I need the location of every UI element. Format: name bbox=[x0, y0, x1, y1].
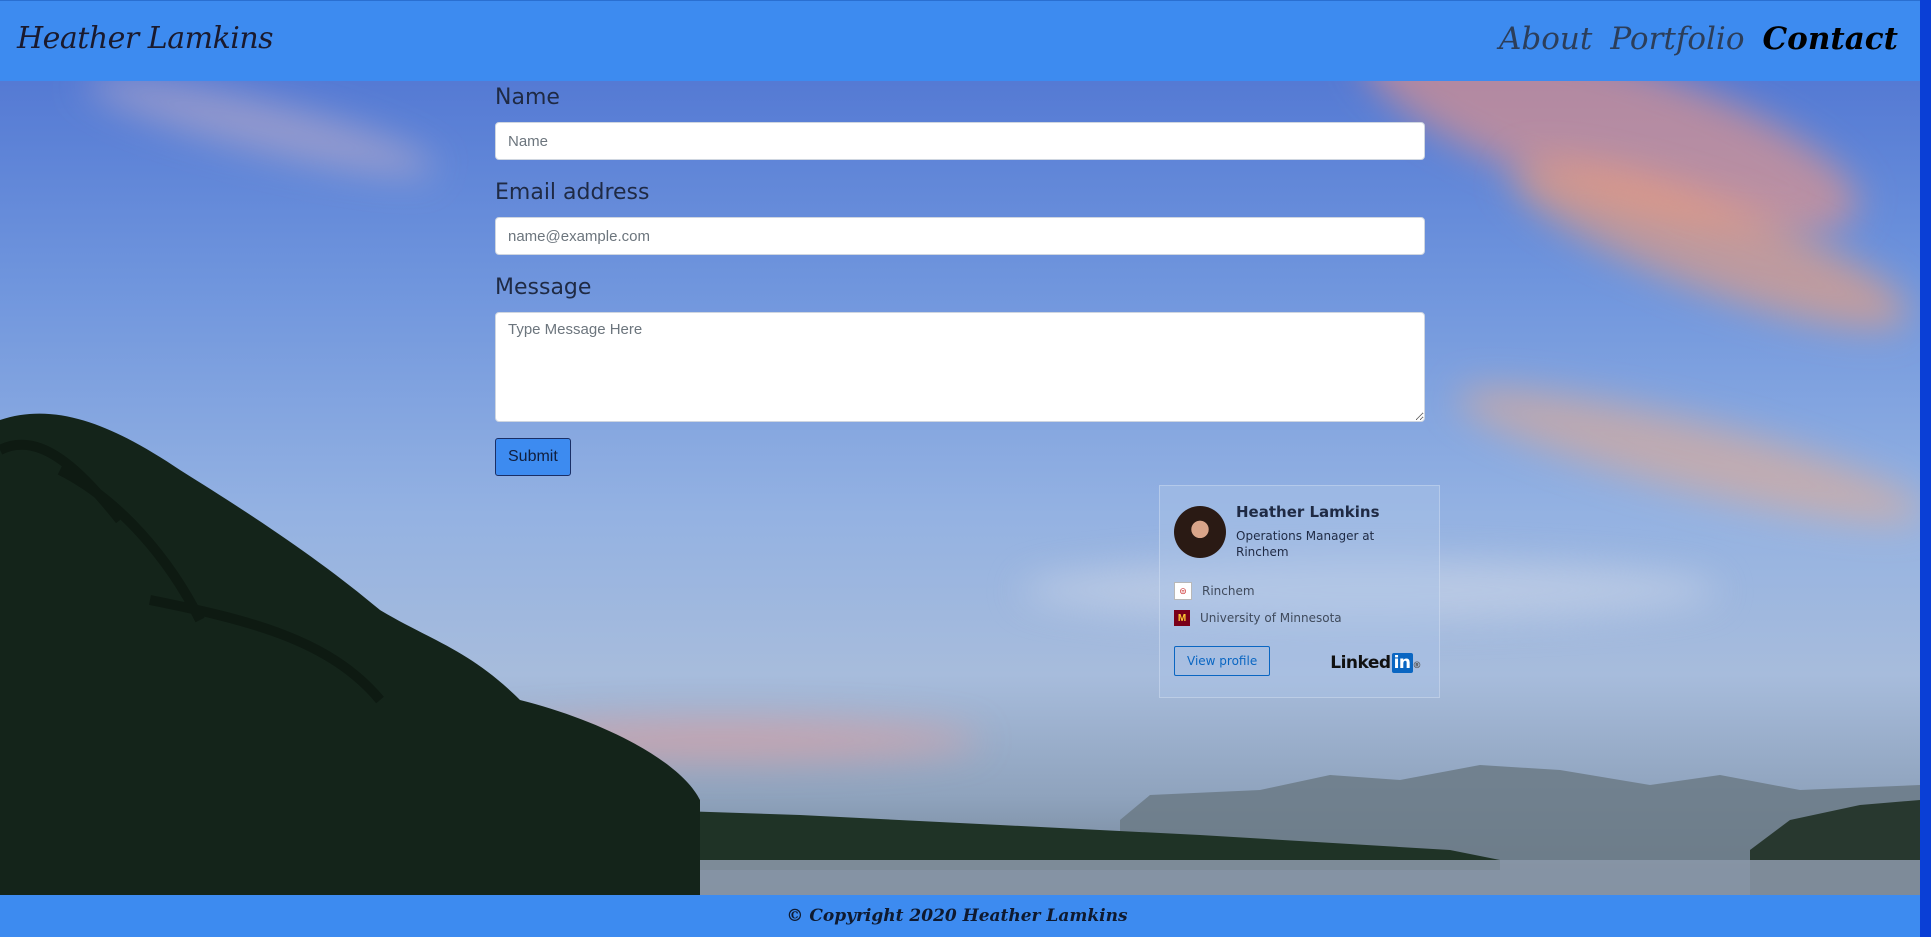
university-logo-icon: M bbox=[1174, 610, 1190, 626]
name-input[interactable] bbox=[495, 122, 1425, 160]
avatar[interactable] bbox=[1174, 506, 1226, 558]
linkedin-profile-card: Heather Lamkins Operations Manager at Ri… bbox=[1159, 485, 1440, 698]
view-profile-button[interactable]: View profile bbox=[1174, 646, 1271, 676]
contact-form: Name Email address Message Submit bbox=[495, 82, 1425, 476]
card-profile-name[interactable]: Heather Lamkins bbox=[1236, 503, 1380, 521]
name-label: Name bbox=[495, 85, 560, 110]
message-textarea[interactable] bbox=[495, 312, 1425, 422]
email-input[interactable] bbox=[495, 217, 1425, 255]
submit-button[interactable]: Submit bbox=[495, 438, 571, 476]
nav-about[interactable]: About bbox=[1499, 21, 1592, 57]
linkedin-logo-text: Linked bbox=[1330, 653, 1391, 673]
company-logo-icon: ⊜ bbox=[1174, 582, 1192, 600]
copyright-text: © Copyright 2020 Heather Lamkins bbox=[786, 906, 1128, 926]
brand-logo[interactable]: Heather Lamkins bbox=[17, 21, 274, 56]
linkedin-logo-in: in bbox=[1391, 653, 1413, 673]
card-profile-title: Operations Manager at Rinchem bbox=[1236, 529, 1375, 559]
card-education-row[interactable]: M University of Minnesota bbox=[1174, 610, 1342, 626]
card-education: University of Minnesota bbox=[1200, 611, 1342, 625]
nav-contact[interactable]: Contact bbox=[1763, 21, 1899, 57]
linkedin-logo-mark: ® bbox=[1412, 661, 1422, 671]
linkedin-logo-icon[interactable]: Linked in ® bbox=[1330, 653, 1421, 673]
right-edge-strip bbox=[1920, 0, 1931, 937]
message-label: Message bbox=[495, 275, 592, 300]
nav-links: About Portfolio Contact bbox=[1499, 21, 1898, 57]
nav-portfolio[interactable]: Portfolio bbox=[1610, 21, 1744, 57]
card-company-row[interactable]: ⊜ Rinchem bbox=[1174, 582, 1255, 600]
card-company: Rinchem bbox=[1202, 584, 1255, 598]
footer: © Copyright 2020 Heather Lamkins bbox=[0, 895, 1920, 937]
navbar: Heather Lamkins About Portfolio Contact bbox=[0, 0, 1920, 81]
email-label: Email address bbox=[495, 180, 650, 205]
